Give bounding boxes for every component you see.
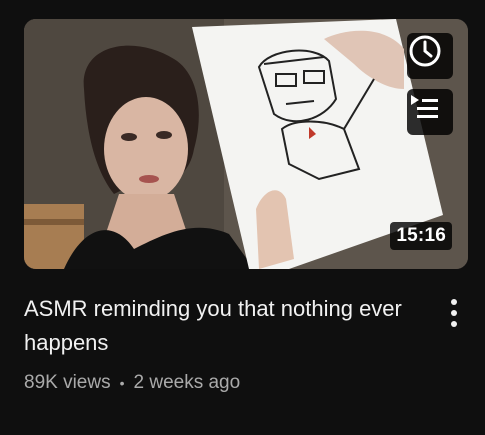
duration-badge: 15:16 xyxy=(390,222,452,250)
meta-separator: • xyxy=(119,375,125,391)
video-card[interactable]: 15:16 ASMR reminding you that nothing ev… xyxy=(0,0,485,435)
upload-date: 2 weeks ago xyxy=(133,372,241,393)
watch-later-button[interactable] xyxy=(407,33,453,79)
more-options-button[interactable] xyxy=(441,296,467,330)
add-to-queue-button[interactable] xyxy=(407,89,453,135)
clock-icon xyxy=(409,35,441,67)
video-thumbnail[interactable]: 15:16 xyxy=(24,19,468,269)
vertical-dots-icon xyxy=(451,299,457,305)
queue-icon xyxy=(411,95,438,118)
video-title[interactable]: ASMR reminding you that nothing ever hap… xyxy=(24,292,416,360)
vertical-dots-icon xyxy=(451,321,457,327)
view-count: 89K views xyxy=(24,372,111,393)
video-metadata: 89K views • 2 weeks ago xyxy=(24,372,240,394)
vertical-dots-icon xyxy=(451,310,457,316)
